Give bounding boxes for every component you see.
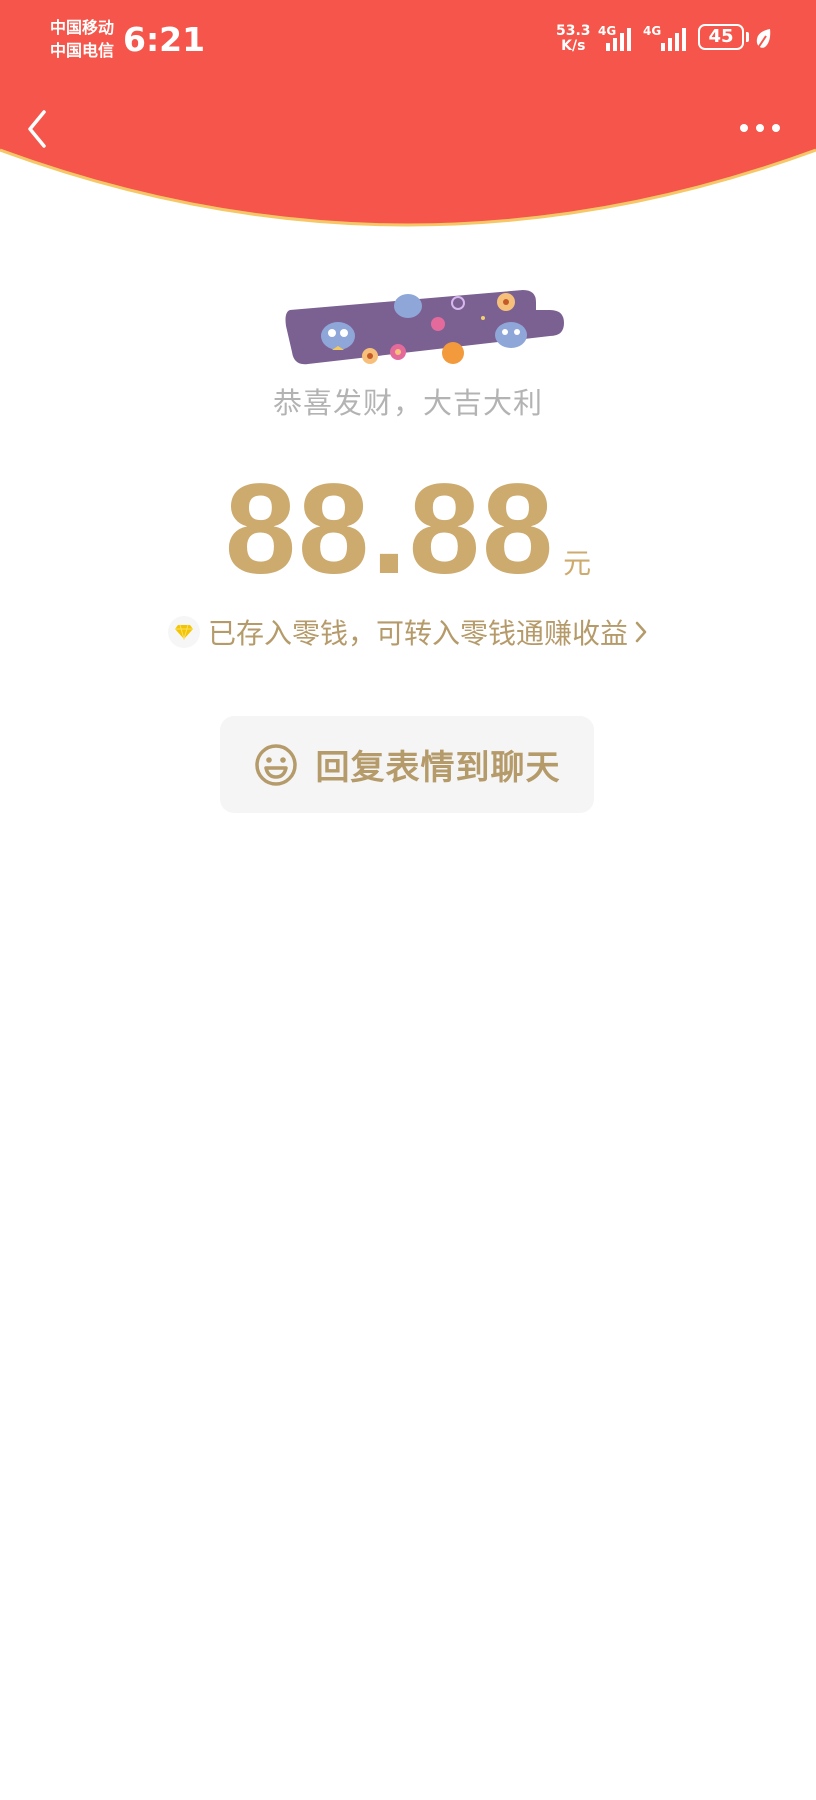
signal-2: 4G	[643, 24, 689, 56]
network-speed-unit: K/s	[561, 38, 586, 54]
signal-1: 4G	[598, 24, 634, 56]
amount-unit: 元	[563, 547, 592, 580]
sender-name-redaction	[285, 290, 564, 365]
reply-sticker-label: 回复表情到聊天	[315, 748, 561, 788]
network-speed: 53.3 K/s	[556, 24, 591, 54]
amount-value: 88.88	[224, 458, 556, 601]
carrier-2: 中国电信	[50, 41, 115, 60]
carrier-1: 中国移动	[50, 18, 115, 37]
reply-sticker-button[interactable]: 回复表情到聊天	[220, 716, 594, 813]
status-bar: 中国移动 中国电信 6:21 53.3 K/s 4G 4G 45	[0, 0, 816, 80]
battery-nub	[746, 32, 749, 42]
more-button[interactable]	[736, 116, 784, 140]
battery-indicator: 45	[698, 24, 744, 50]
network-speed-value: 53.3	[556, 23, 591, 39]
wallet-notice-link[interactable]: 已存入零钱，可转入零钱通赚收益	[0, 612, 816, 652]
signal-2-label: 4G	[643, 24, 662, 38]
amount-row: 88.88 元	[0, 465, 816, 595]
clock: 6:21	[123, 20, 206, 59]
smiley-icon	[254, 743, 297, 786]
chevron-right-icon	[635, 621, 647, 643]
diamond-icon	[167, 616, 200, 648]
back-button[interactable]	[20, 104, 60, 154]
chevron-left-icon	[28, 110, 46, 148]
signal-1-label: 4G	[598, 24, 617, 38]
carrier-names: 中国移动 中国电信	[50, 16, 114, 62]
wallet-notice-text: 已存入零钱，可转入零钱通赚收益	[207, 617, 628, 650]
greeting-text: 恭喜发财，大吉大利	[272, 386, 543, 420]
leaf-icon	[756, 29, 771, 49]
more-dots-icon	[740, 124, 780, 132]
